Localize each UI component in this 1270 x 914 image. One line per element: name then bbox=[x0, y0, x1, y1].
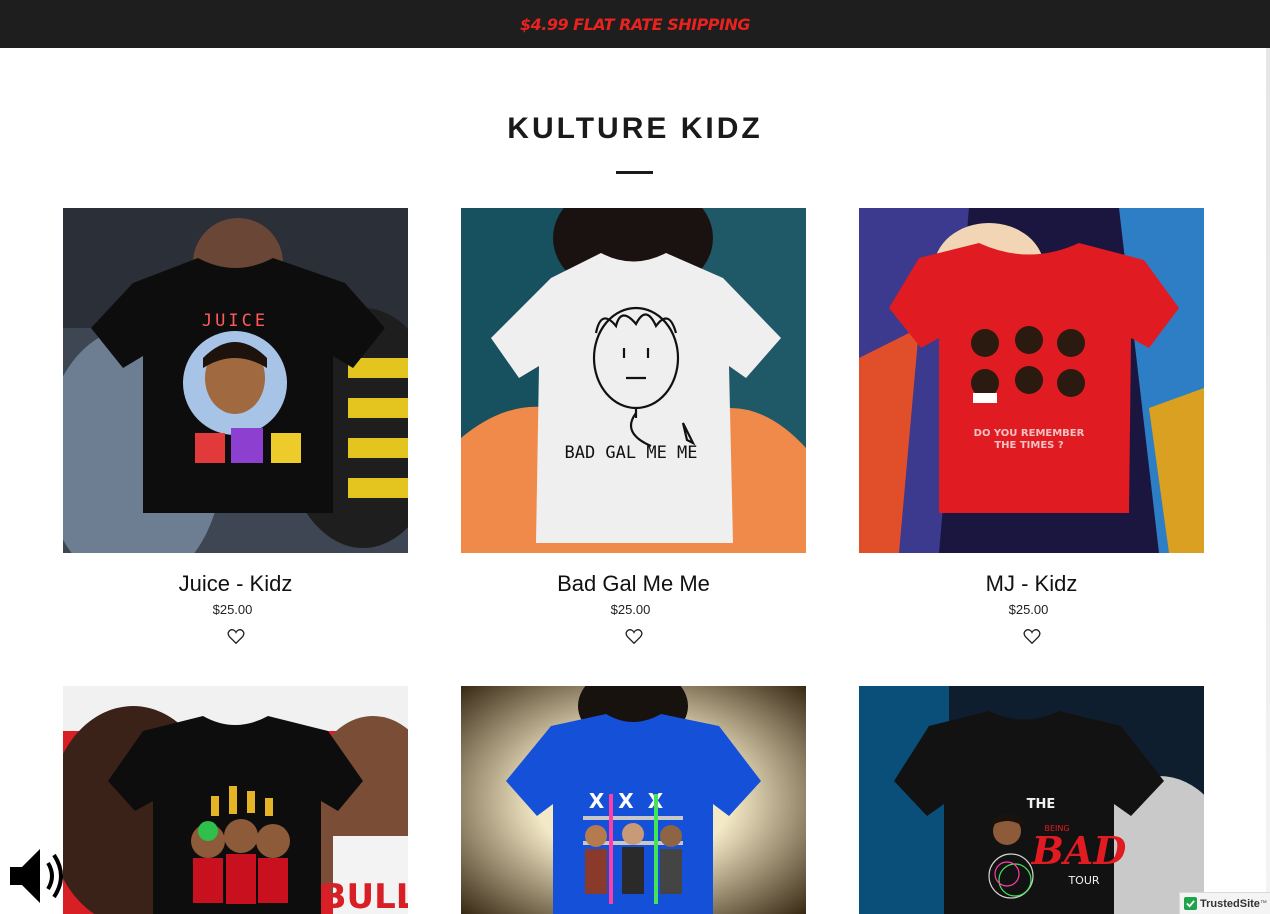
svg-text:TOUR: TOUR bbox=[1067, 874, 1099, 887]
product-price: $25.00 bbox=[212, 602, 253, 617]
product-image[interactable]: DO YOU REMEMBER THE TIMES ? bbox=[859, 208, 1204, 553]
sound-toggle-button[interactable] bbox=[8, 845, 74, 907]
promo-bar: $4.99 FLAT RATE SHIPPING bbox=[0, 0, 1270, 48]
product-card-bulls-kidz[interactable]: BULL bbox=[63, 686, 408, 914]
wishlist-button[interactable] bbox=[1020, 626, 1044, 648]
svg-text:BULL: BULL bbox=[321, 877, 408, 914]
check-icon bbox=[1184, 897, 1197, 910]
product-card-bad-tour-kidz[interactable]: THE BEING BAD TOUR bbox=[859, 686, 1204, 914]
product-name[interactable]: MJ - Kidz bbox=[859, 571, 1204, 597]
page-edge-strip bbox=[1266, 48, 1270, 914]
product-price: $25.00 bbox=[1008, 602, 1049, 617]
product-image[interactable]: THE BEING BAD TOUR bbox=[859, 686, 1204, 914]
product-card-xxx-kidz[interactable]: XXX bbox=[461, 686, 806, 914]
heart-outline-icon bbox=[1022, 628, 1041, 644]
svg-text:DO YOU REMEMBER: DO YOU REMEMBER bbox=[974, 428, 1085, 439]
product-price: $25.00 bbox=[610, 602, 651, 617]
heart-outline-icon bbox=[624, 628, 643, 644]
svg-text:BAD GAL ME ME: BAD GAL ME ME bbox=[564, 443, 697, 463]
product-image[interactable]: XXX bbox=[461, 686, 806, 914]
product-card-bad-gal-me-me[interactable]: BAD GAL ME ME Bad Gal Me Me $25.00 bbox=[461, 208, 806, 648]
trustedsite-badge[interactable]: TrustedSite ™ bbox=[1179, 892, 1270, 914]
title-divider bbox=[616, 171, 653, 174]
product-name[interactable]: Juice - Kidz bbox=[63, 571, 408, 597]
wishlist-button[interactable] bbox=[224, 626, 248, 648]
trustedsite-label: TrustedSite bbox=[1200, 897, 1260, 910]
product-name[interactable]: Bad Gal Me Me bbox=[461, 571, 806, 597]
wishlist-button[interactable] bbox=[622, 626, 646, 648]
svg-text:THE: THE bbox=[1027, 797, 1056, 812]
product-image[interactable]: BULL bbox=[63, 686, 408, 914]
product-card-mj-kidz[interactable]: DO YOU REMEMBER THE TIMES ? MJ - Kidz $2… bbox=[859, 208, 1204, 648]
heart-outline-icon bbox=[226, 628, 245, 644]
svg-text:XXX: XXX bbox=[589, 789, 677, 813]
speaker-icon bbox=[10, 849, 63, 903]
product-image[interactable]: JUICE bbox=[63, 208, 408, 553]
svg-text:BAD: BAD bbox=[1031, 828, 1127, 873]
page-title: KULTURE KIDZ bbox=[507, 112, 763, 145]
promo-text: $4.99 FLAT RATE SHIPPING bbox=[519, 14, 751, 34]
svg-text:JUICE: JUICE bbox=[202, 311, 268, 331]
product-card-juice-kidz[interactable]: JUICE Juice - Kidz $25.00 bbox=[63, 208, 408, 648]
svg-text:THE TIMES ?: THE TIMES ? bbox=[994, 440, 1064, 451]
trademark-mark: ™ bbox=[1259, 900, 1267, 907]
product-image[interactable]: BAD GAL ME ME bbox=[461, 208, 806, 553]
